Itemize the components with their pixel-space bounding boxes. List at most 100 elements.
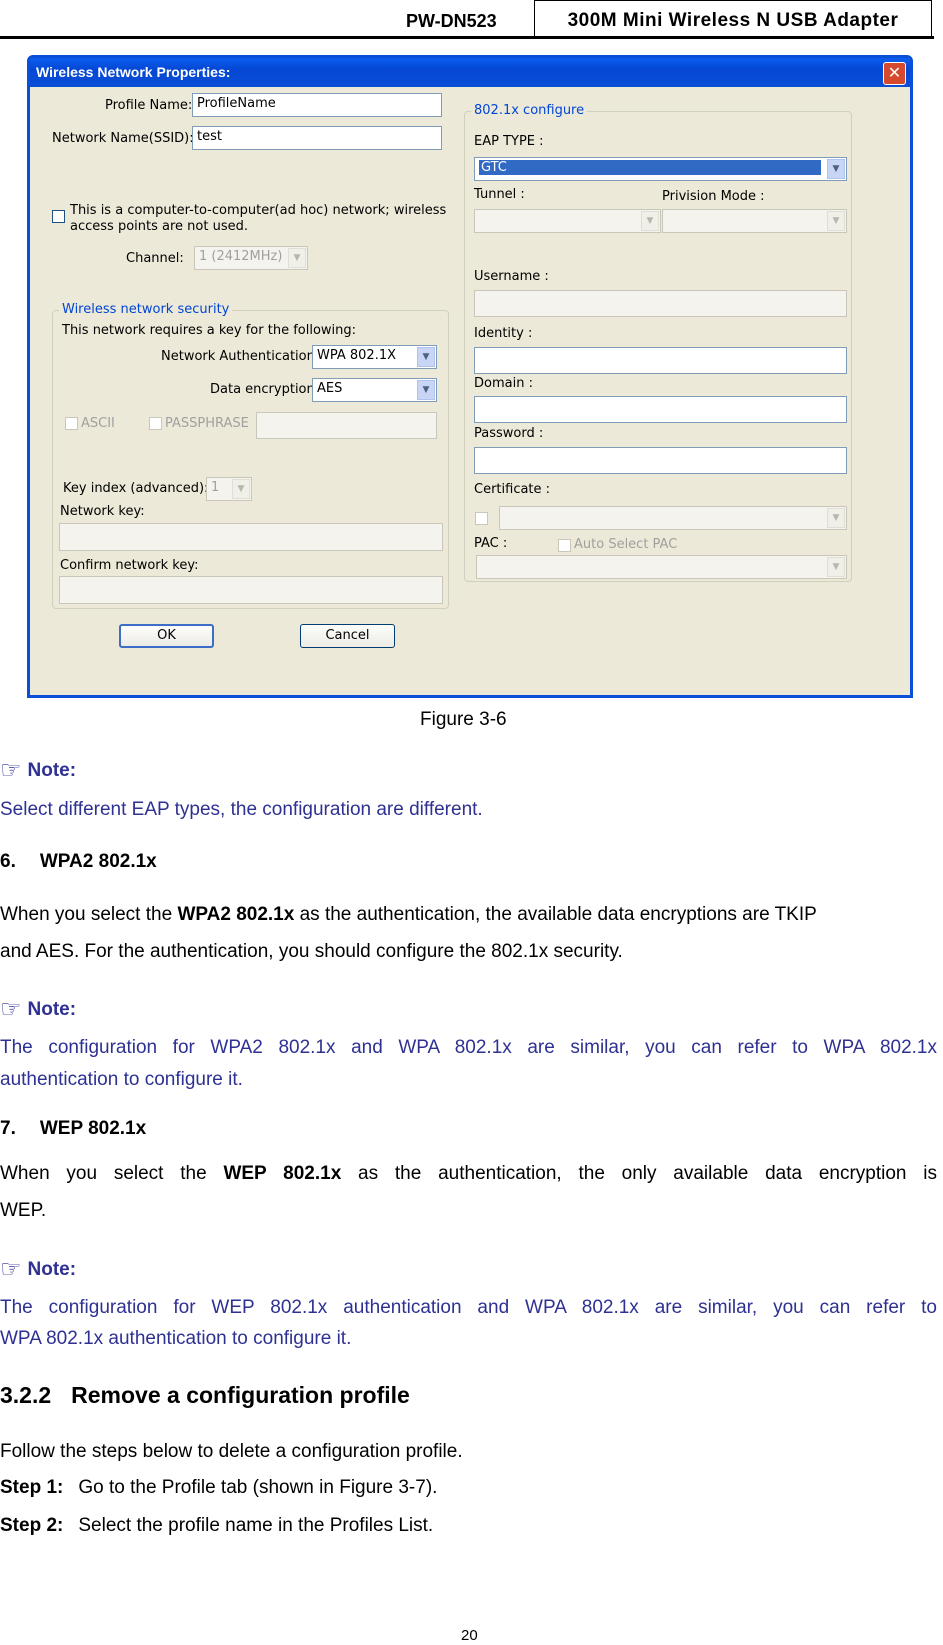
header-product: 300M Mini Wireless N USB Adapter [534, 0, 932, 38]
password-label: Password : [474, 426, 544, 441]
chevron-down-icon: ▼ [641, 211, 659, 231]
step-2: Step 2: Select the profile name in the Pr… [0, 1514, 433, 1538]
provision-mode-label: Privision Mode : [662, 189, 765, 204]
profile-name-input[interactable]: ProfileName [192, 93, 442, 117]
page-number: 20 [461, 1627, 478, 1644]
data-encryption-label: Data encryption: [210, 382, 320, 397]
step-1-text: Go to the Profile tab (shown in Figure 3… [78, 1477, 438, 1498]
identity-label: Identity : [474, 326, 533, 341]
note-heading-2: ☞ Note: [0, 995, 76, 1024]
adhoc-checkbox[interactable] [52, 210, 65, 223]
tunnel-label: Tunnel : [474, 187, 525, 202]
ascii-label: ASCII [81, 416, 115, 431]
section-322-number: 3.2.2 [0, 1382, 52, 1408]
wireless-network-properties-dialog: Wireless Network Properties: ✕ Profile N… [27, 55, 913, 698]
section-322-title: Remove a configuration profile [71, 1382, 410, 1408]
section-322-heading: 3.2.2 Remove a configuration profile [0, 1382, 410, 1409]
network-auth-select[interactable]: WPA 802.1X ▼ [312, 345, 437, 369]
chevron-down-icon: ▼ [827, 557, 845, 577]
para6-pre: When you select the [0, 904, 178, 925]
hand-pointing-icon: ☞ [0, 996, 22, 1023]
key-index-value: 1 [211, 480, 220, 495]
key-index-label: Key index (advanced): [63, 481, 209, 496]
provision-mode-select[interactable]: ▼ [662, 209, 847, 233]
key-index-select[interactable]: 1 ▼ [206, 477, 252, 501]
network-key-label: Network key: [60, 504, 145, 519]
tunnel-select[interactable]: ▼ [474, 209, 661, 233]
channel-label: Channel: [126, 251, 184, 266]
passphrase-checkbox[interactable] [149, 417, 162, 430]
note-2-line2: authentication to configure it. [0, 1069, 243, 1090]
figure-caption: Figure 3-6 [420, 709, 507, 730]
data-encryption-select[interactable]: AES ▼ [312, 378, 437, 402]
ssid-label: Network Name(SSID): [52, 131, 194, 146]
note-2-line1: The configuration for WPA2 802.1x and WP… [0, 1037, 937, 1058]
ok-button[interactable]: OK [119, 624, 214, 648]
channel-value: 1 (2412MHz) [199, 249, 283, 264]
section-6-number: 6. [0, 851, 16, 872]
chevron-down-icon: ▼ [232, 479, 250, 499]
certificate-checkbox[interactable] [475, 512, 488, 525]
passphrase-input[interactable] [256, 412, 437, 439]
ssid-input[interactable]: test [192, 126, 442, 150]
security-group-legend: Wireless network security [59, 302, 233, 317]
pac-select[interactable]: ▼ [476, 555, 847, 579]
identity-input[interactable] [474, 347, 847, 374]
step-1-label: Step 1: [0, 1477, 64, 1498]
eap-type-value: GTC [479, 160, 821, 175]
channel-select[interactable]: 1 (2412MHz) ▼ [194, 246, 308, 270]
password-input[interactable] [474, 447, 847, 474]
step-1: Step 1: Go to the Profile tab (shown in F… [0, 1476, 437, 1500]
chevron-down-icon: ▼ [827, 211, 845, 231]
dialog-titlebar: Wireless Network Properties: ✕ [30, 58, 910, 87]
chevron-down-icon: ▼ [827, 159, 845, 179]
eap-type-label: EAP TYPE : [474, 134, 544, 149]
note-1-text: Select different EAP types, the configur… [0, 799, 483, 820]
para7-pre: When you select the [0, 1163, 224, 1184]
ascii-checkbox[interactable] [65, 417, 78, 430]
dialog-title: Wireless Network Properties: [36, 64, 231, 80]
note-3-line2: WPA 802.1x authentication to configure i… [0, 1328, 352, 1349]
header-model: PW-DN523 [406, 11, 497, 31]
eap-type-select[interactable]: GTC ▼ [474, 157, 847, 181]
note-label-2: Note: [27, 999, 77, 1020]
network-key-input[interactable] [59, 523, 443, 551]
chevron-down-icon: ▼ [827, 508, 845, 528]
chevron-down-icon: ▼ [417, 347, 435, 367]
username-label: Username : [474, 269, 549, 284]
wireless-security-group: Wireless network security This network r… [52, 302, 449, 609]
note-3-line1: The configuration for WEP 802.1x authent… [0, 1297, 937, 1318]
auto-select-pac-label: Auto Select PAC [574, 537, 678, 552]
hand-pointing-icon: ☞ [0, 757, 22, 784]
note-heading-1: ☞ Note: [0, 756, 76, 785]
domain-input[interactable] [474, 396, 847, 423]
certificate-label: Certificate : [474, 482, 551, 497]
auto-select-pac-checkbox[interactable] [558, 539, 571, 552]
note-label-3: Note: [27, 1259, 77, 1280]
network-auth-value: WPA 802.1X [317, 348, 397, 363]
section-6-title: WPA2 802.1x [39, 851, 157, 872]
section-6-para-line1: When you select the WPA2 802.1x as the a… [0, 903, 817, 927]
close-icon[interactable]: ✕ [883, 62, 906, 85]
section-7-para-line1: When you select the WEP 802.1x as the au… [0, 1162, 937, 1186]
cancel-button[interactable]: Cancel [300, 624, 395, 648]
adhoc-text-line1: This is a computer-to-computer(ad hoc) n… [70, 203, 447, 218]
section-7-para-line2: WEP. [0, 1200, 47, 1221]
step-2-text: Select the profile name in the Profiles … [78, 1515, 434, 1536]
document-header: PW-DN523 300M Mini Wireless N USB Adapte… [0, 0, 943, 40]
section-7-number: 7. [0, 1118, 16, 1139]
para6-post: as the authentication, the available dat… [294, 904, 817, 925]
chevron-down-icon: ▼ [417, 380, 435, 400]
data-encryption-value: AES [317, 381, 343, 396]
header-rule [0, 36, 934, 39]
profile-name-label: Profile Name: [105, 98, 193, 113]
pac-label: PAC : [474, 536, 508, 551]
section-6-heading: 6. WPA2 802.1x [0, 850, 157, 874]
confirm-key-input[interactable] [59, 576, 443, 604]
certificate-select[interactable]: ▼ [499, 506, 847, 530]
section-7-heading: 7. WEP 802.1x [0, 1117, 146, 1141]
network-auth-label: Network Authentication: [161, 349, 320, 364]
note-label-1: Note: [27, 760, 77, 781]
username-input[interactable] [474, 290, 847, 317]
domain-label: Domain : [474, 376, 533, 391]
